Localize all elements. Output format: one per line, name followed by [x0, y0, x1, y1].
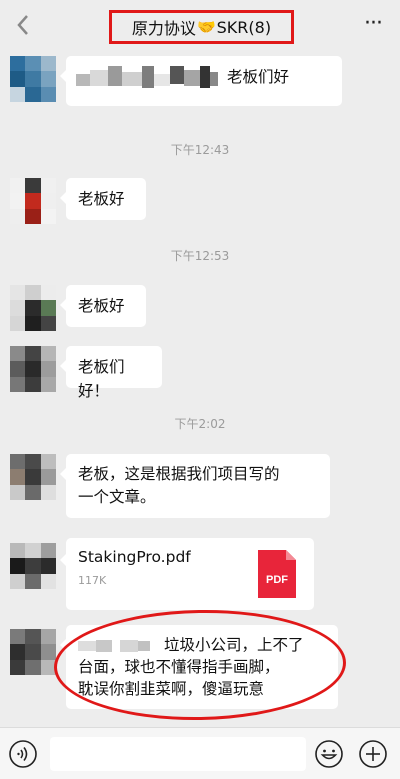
- back-chevron-icon[interactable]: [12, 10, 36, 40]
- message-text-line: 老板，这是根据我们项目写的: [78, 465, 280, 483]
- message-text-line: 垃圾小公司，上不了: [78, 634, 326, 656]
- avatar[interactable]: [10, 629, 56, 675]
- avatar[interactable]: [10, 178, 56, 224]
- pdf-file-icon: PDF: [258, 550, 296, 598]
- more-icon[interactable]: ···: [360, 13, 386, 35]
- group-title-name: 原力协议: [131, 19, 196, 38]
- message-bubble[interactable]: 老板，这是根据我们项目写的 一个文章。: [60, 454, 330, 518]
- timestamp: 下午2:02: [174, 417, 226, 431]
- voice-icon[interactable]: [8, 739, 38, 769]
- message-text: 老板们好！: [78, 358, 125, 400]
- input-bar: [0, 727, 400, 779]
- chat-header: 原力协议 🤝 SKR(8) ···: [0, 0, 400, 50]
- message-bubble[interactable]: 老板们好: [60, 56, 342, 106]
- timestamp: 下午12:43: [170, 143, 230, 157]
- avatar[interactable]: [10, 543, 56, 589]
- file-name: StakingPro.pdf: [78, 548, 191, 566]
- group-title: 原力协议 🤝 SKR(8): [109, 10, 294, 44]
- avatar[interactable]: [10, 346, 56, 392]
- emoji-icon[interactable]: [314, 739, 344, 769]
- timestamp: 下午12:53: [170, 249, 230, 263]
- redacted-text: [78, 636, 150, 655]
- message-text: 老板好: [78, 190, 125, 208]
- message-text: 老板们好: [226, 68, 289, 86]
- avatar[interactable]: [10, 56, 56, 102]
- avatar[interactable]: [10, 285, 56, 331]
- message-input[interactable]: [50, 737, 306, 771]
- redacted-text: [76, 65, 218, 90]
- file-size: 117K: [78, 574, 107, 587]
- message-bubble[interactable]: 老板好: [60, 178, 146, 220]
- message-bubble[interactable]: 老板好: [60, 285, 146, 327]
- message-bubble[interactable]: 老板们好！: [60, 346, 162, 400]
- message-text: 垃圾小公司，上不了: [164, 636, 304, 654]
- message-bubble[interactable]: 垃圾小公司，上不了 台面，球也不懂得指手画脚， 耽误你割韭菜啊，傻逼玩意: [60, 625, 338, 709]
- plus-icon[interactable]: [358, 739, 388, 769]
- avatar[interactable]: [10, 454, 56, 500]
- file-message[interactable]: StakingPro.pdf 117K PDF: [60, 538, 314, 610]
- message-text-line: 耽误你割韭菜啊，傻逼玩意: [78, 680, 265, 698]
- group-title-count: SKR(8): [216, 17, 272, 37]
- pdf-type-label: PDF: [266, 574, 288, 586]
- handshake-emoji: 🤝: [196, 18, 216, 36]
- message-text-line: 一个文章。: [78, 488, 156, 506]
- message-text-line: 台面，球也不懂得指手画脚，: [78, 658, 280, 676]
- message-text: 老板好: [78, 297, 125, 315]
